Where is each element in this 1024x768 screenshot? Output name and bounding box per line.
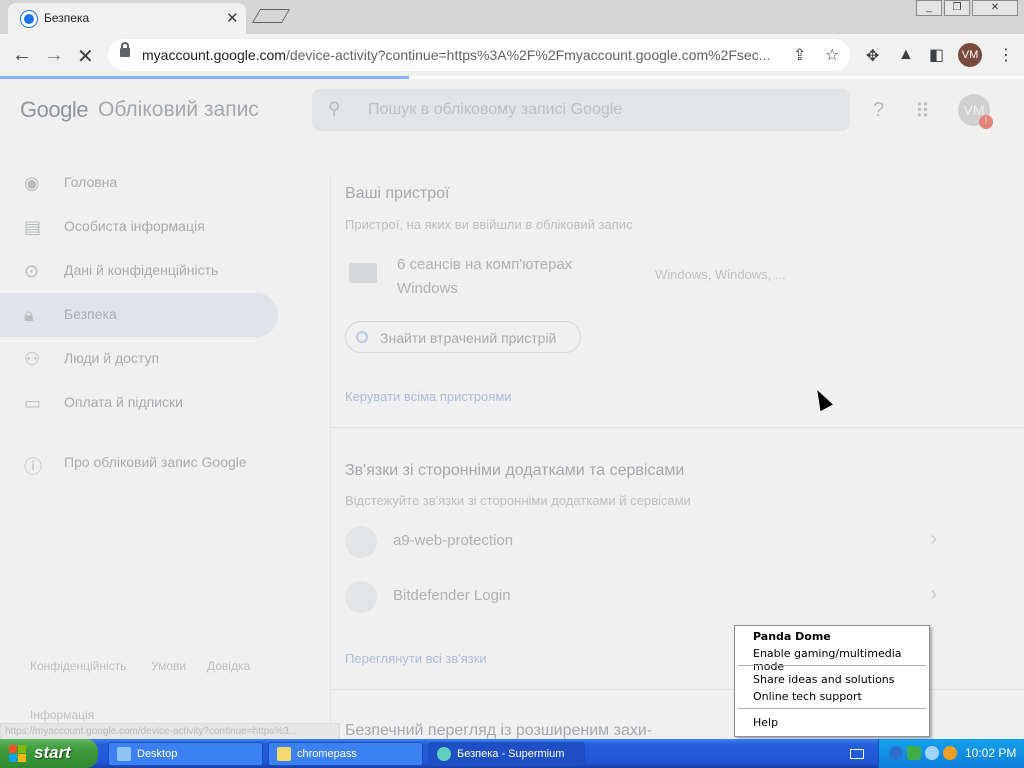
lab-flask-icon[interactable]: ▲ bbox=[898, 46, 914, 64]
side-panel-icon[interactable]: ◧ bbox=[929, 45, 944, 65]
task-chromepass[interactable]: chromepass bbox=[268, 742, 423, 766]
folder-icon bbox=[277, 747, 291, 761]
desktop-icon bbox=[117, 747, 131, 761]
window-controls: _ ❐ ✕ bbox=[916, 0, 1018, 16]
tray-app-icon[interactable] bbox=[889, 746, 903, 760]
start-label: start bbox=[34, 743, 71, 762]
windows-flag-icon bbox=[9, 745, 27, 763]
keyboard-icon[interactable] bbox=[850, 749, 864, 759]
new-tab-button[interactable] bbox=[251, 9, 291, 23]
tab-title: Безпека bbox=[44, 11, 90, 25]
panda-context-menu: Panda Dome Enable gaming/multimedia mode… bbox=[734, 625, 930, 737]
minimize-button[interactable]: _ bbox=[916, 0, 942, 16]
task-desktop[interactable]: Desktop bbox=[108, 742, 263, 766]
profile-avatar[interactable]: VM bbox=[958, 43, 982, 67]
tray-network-icon[interactable] bbox=[907, 746, 921, 760]
close-window-button[interactable]: ✕ bbox=[972, 0, 1018, 16]
menu-item-help[interactable]: Help bbox=[753, 716, 778, 729]
tray-panda-icon[interactable] bbox=[925, 746, 939, 760]
share-icon[interactable]: ⇪ bbox=[793, 45, 806, 65]
menu-kebab-icon[interactable]: ⋮ bbox=[998, 45, 1014, 65]
task-browser[interactable]: Безпека - Supermium bbox=[428, 742, 585, 766]
menu-item-share-ideas[interactable]: Share ideas and solutions bbox=[753, 673, 895, 686]
taskbar: start Desktop chromepass Безпека - Super… bbox=[0, 739, 1024, 768]
restore-button[interactable]: ❐ bbox=[944, 0, 970, 16]
task-label: Безпека - Supermium bbox=[457, 748, 565, 760]
forward-arrow-icon[interactable]: → bbox=[44, 44, 64, 67]
system-tray: 10:02 PM bbox=[878, 739, 1024, 768]
menu-title[interactable]: Panda Dome bbox=[753, 630, 831, 643]
task-label: chromepass bbox=[297, 748, 357, 760]
back-arrow-icon[interactable]: ← bbox=[12, 44, 32, 67]
url-path: /device-activity?continue=https%3A%2F%2F… bbox=[285, 47, 771, 63]
tray-search-icon[interactable] bbox=[943, 746, 957, 760]
clock: 10:02 PM bbox=[965, 746, 1017, 760]
lock-icon bbox=[120, 42, 130, 57]
google-favicon-icon bbox=[21, 11, 37, 27]
menu-item-gaming-mode[interactable]: Enable gaming/multimedia mode bbox=[753, 647, 929, 673]
extensions-puzzle-icon[interactable]: ✥ bbox=[866, 46, 879, 66]
bookmark-star-icon[interactable]: ☆ bbox=[825, 45, 839, 65]
supermium-icon bbox=[437, 747, 451, 761]
tab-close-icon[interactable]: ✕ bbox=[226, 9, 239, 27]
title-bar: Безпека ✕ _ ❐ ✕ bbox=[0, 0, 1024, 34]
url-text[interactable]: myaccount.google.com/device-activity?con… bbox=[142, 47, 787, 63]
url-host: myaccount.google.com bbox=[142, 47, 286, 63]
browser-toolbar: ← → ✕ myaccount.google.com/device-activi… bbox=[0, 34, 1024, 76]
menu-item-tech-support[interactable]: Online tech support bbox=[753, 690, 862, 703]
address-bar[interactable]: myaccount.google.com/device-activity?con… bbox=[108, 39, 850, 71]
start-button[interactable]: start bbox=[0, 739, 98, 768]
stop-loading-icon[interactable]: ✕ bbox=[77, 44, 94, 69]
menu-separator bbox=[738, 708, 926, 709]
task-label: Desktop bbox=[137, 748, 178, 760]
browser-tab[interactable]: Безпека ✕ bbox=[8, 3, 246, 34]
menu-separator bbox=[738, 665, 926, 666]
